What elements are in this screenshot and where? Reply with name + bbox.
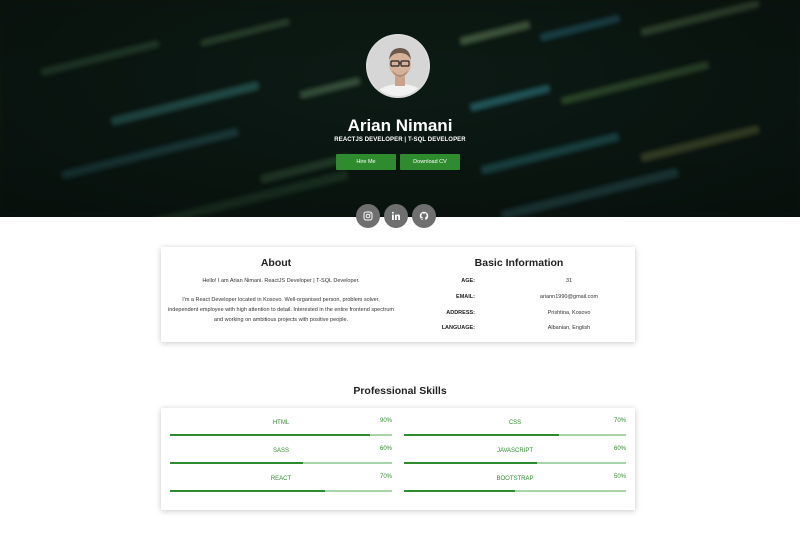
skill-css: CSS 70%	[404, 418, 626, 440]
skill-react: REACT 70%	[170, 474, 392, 496]
info-value: Prishtina, Kosovo	[547, 310, 591, 316]
github-icon	[419, 211, 429, 220]
profile-roles: REACTJS DEVELOPER | T-SQL DEVELOPER	[334, 137, 466, 143]
skill-progress-fill	[404, 462, 538, 464]
skill-percent: 70%	[613, 418, 626, 424]
skill-javascript: JAVASCRIPT 60%	[404, 446, 626, 468]
info-label: EMAIL:	[456, 294, 475, 300]
skill-percent: 90%	[379, 418, 392, 424]
profile-name: Arian Nimani	[347, 116, 453, 135]
skill-progress-track	[404, 490, 626, 492]
skill-progress-fill	[404, 434, 560, 436]
info-row-email: EMAIL: ariann1990@gmail.com	[411, 294, 627, 304]
about-intro: Hello! I am Arian Nimani. ReactJS Develo…	[202, 278, 360, 284]
instagram-icon	[363, 211, 373, 221]
hero-overlay	[0, 0, 800, 217]
info-row-address: ADDRESS: Prishtina, Kosovo	[411, 310, 627, 320]
skill-progress-fill	[170, 434, 370, 436]
skill-name: CSS	[508, 420, 522, 426]
info-label: AGE:	[461, 278, 475, 284]
skill-name: SASS	[272, 448, 289, 454]
skill-progress-fill	[170, 462, 304, 464]
skill-html: HTML 90%	[170, 418, 392, 440]
skill-progress-track	[404, 434, 626, 436]
linkedin-icon	[391, 211, 400, 220]
linkedin-button[interactable]	[384, 204, 408, 228]
skills-title: Professional Skills	[353, 385, 447, 397]
info-value: 31	[565, 278, 573, 284]
skill-name: BOOTSTRAP	[496, 476, 534, 482]
skill-name: REACT	[270, 476, 292, 482]
hero-banner	[0, 0, 800, 217]
basic-info-title: Basic Information	[474, 257, 564, 269]
skill-progress-fill	[404, 490, 515, 492]
skills-card: HTML 90% CSS 70% SASS 60% JAVASCRIPT 60%…	[161, 408, 635, 510]
about-title: About	[260, 257, 292, 269]
skill-progress-track	[170, 434, 392, 436]
about-card: About Hello! I am Arian Nimani. ReactJS …	[161, 247, 635, 342]
about-text: I'm a React Developer located in Kosovo.…	[168, 297, 394, 323]
info-value: Albanian, English	[547, 325, 591, 331]
skill-bootstrap: BOOTSTRAP 50%	[404, 474, 626, 496]
download-cv-button[interactable]: Download CV	[400, 154, 460, 170]
skill-progress-fill	[170, 490, 326, 492]
github-button[interactable]	[412, 204, 436, 228]
skill-percent: 60%	[613, 446, 626, 452]
skill-progress-track	[404, 462, 626, 464]
skill-percent: 70%	[379, 474, 392, 480]
hire-me-button[interactable]: Hire Me	[336, 154, 396, 170]
info-value: ariann1990@gmail.com	[539, 294, 599, 300]
skill-percent: 60%	[379, 446, 392, 452]
info-label: ADDRESS:	[446, 310, 475, 316]
info-row-age: AGE: 31	[411, 278, 627, 288]
skill-sass: SASS 60%	[170, 446, 392, 468]
info-row-language: LANGUAGE: Albanian, English	[411, 325, 627, 335]
instagram-button[interactable]	[356, 204, 380, 228]
info-label: LANGUAGE:	[441, 325, 475, 331]
skill-progress-track	[170, 462, 392, 464]
skill-progress-track	[170, 490, 392, 492]
profile-avatar	[366, 34, 430, 98]
skill-name: HTML	[272, 420, 290, 426]
skill-name: JAVASCRIPT	[496, 448, 534, 454]
skill-percent: 50%	[613, 474, 626, 480]
